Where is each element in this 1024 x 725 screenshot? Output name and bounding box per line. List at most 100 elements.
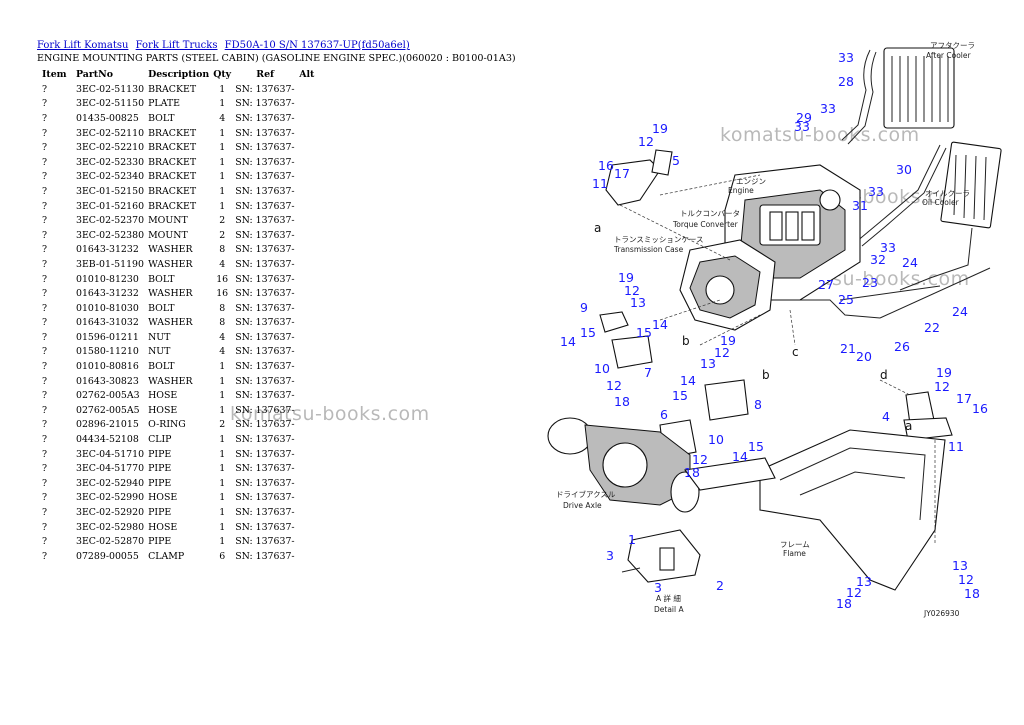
cell-partno: 01596-01211 [76, 331, 139, 343]
cell-alt [299, 170, 318, 185]
callout-label: 31 [852, 198, 868, 213]
cell-alt [299, 301, 318, 316]
cell-item: ? [42, 317, 48, 329]
label-transmission-case: Transmission Case [613, 245, 684, 254]
cell-ref: SN: 137637- [235, 346, 295, 358]
cell-description: CLIP [148, 434, 172, 446]
cell-partno: 3EC-04-51710 [76, 448, 145, 460]
breadcrumb-link-brand[interactable]: Fork Lift Komatsu [37, 40, 128, 51]
cell-ref: SN: 137637- [235, 375, 295, 387]
table-row: ? 3EC-02-52210 BRACKET 1 SN: 137637- [36, 140, 318, 155]
callout-label: 23 [862, 275, 878, 290]
parts-diagram: アフタクーラ After Cooler エンジン Engine オイルクーラ O… [547, 41, 1002, 618]
label-torque-converter-jp: トルクコンバータ [680, 209, 740, 218]
callout-label: 12 [714, 345, 730, 360]
cell-ref: SN: 137637- [235, 331, 295, 343]
cell-qty: 1 [219, 448, 226, 460]
cell-qty: 2 [219, 215, 226, 227]
callout-label: 16 [598, 158, 614, 173]
cell-ref: SN: 137637- [235, 142, 295, 154]
callout-label: 33 [868, 184, 884, 199]
cell-alt [299, 432, 318, 447]
cell-item: ? [42, 288, 48, 300]
column-header-item: Item [42, 69, 67, 80]
cell-description: BOLT [148, 112, 175, 124]
table-row: ? 3EC-04-51770 PIPE 1 SN: 137637- [36, 461, 318, 476]
callout-label: b [682, 334, 690, 348]
column-header-qty: Qty [213, 69, 232, 80]
cell-ref: SN: 137637- [235, 229, 295, 241]
callout-label: 10 [594, 361, 610, 376]
callout-label: 30 [896, 162, 912, 177]
callout-label: 12 [606, 378, 622, 393]
cell-description: HOSE [148, 492, 178, 504]
cell-alt [299, 213, 318, 228]
callout-label: 3 [606, 548, 614, 563]
cell-ref: SN: 137637- [235, 112, 295, 124]
callout-label: 33 [794, 119, 810, 134]
cell-alt [299, 111, 318, 126]
cell-qty: 1 [219, 171, 226, 183]
cell-alt [299, 374, 318, 389]
cell-qty: 8 [219, 244, 226, 256]
cell-ref: SN: 137637- [235, 185, 295, 197]
table-row: ? 01643-31032 WASHER 8 SN: 137637- [36, 316, 318, 331]
table-row: ? 3EC-02-52110 BRACKET 1 SN: 137637- [36, 126, 318, 141]
bracket-8 [704, 379, 749, 421]
cell-qty: 1 [219, 521, 226, 533]
callout-label: 12 [958, 572, 974, 587]
cell-qty: 16 [216, 273, 229, 285]
cell-item: ? [42, 200, 48, 212]
table-row: ? 01580-11210 NUT 4 SN: 137637- [36, 345, 318, 360]
cell-alt [299, 97, 318, 112]
callout-label: 15 [580, 325, 596, 340]
breadcrumb-link-category[interactable]: Fork Lift Trucks [136, 40, 218, 51]
column-header-ref: Ref [256, 69, 275, 80]
cell-alt [299, 82, 318, 97]
callout-label: 6 [660, 407, 668, 422]
cell-qty: 1 [219, 463, 226, 475]
callout-label: 7 [644, 365, 652, 380]
cell-description: BRACKET [148, 142, 197, 154]
cell-qty: 4 [219, 112, 226, 124]
cell-description: WASHER [148, 244, 193, 256]
cell-partno: 01580-11210 [76, 346, 139, 358]
cell-item: ? [42, 477, 48, 489]
breadcrumb: Fork Lift Komatsu Fork Lift Trucks FD50A… [37, 40, 414, 51]
cell-item: ? [42, 273, 48, 285]
cell-qty: 1 [219, 361, 226, 373]
breadcrumb-link-model[interactable]: FD50A-10 S/N 137637-UP(fd50a6el) [225, 40, 410, 51]
cell-qty: 4 [219, 346, 226, 358]
cell-alt [299, 505, 318, 520]
cell-alt [299, 461, 318, 476]
label-after-cooler: After Cooler [926, 51, 972, 60]
table-row: ? 3EC-02-52940 PIPE 1 SN: 137637- [36, 476, 318, 491]
cell-item: ? [42, 536, 48, 548]
cell-alt [299, 243, 318, 258]
cell-qty: 4 [219, 258, 226, 270]
cell-item: ? [42, 331, 48, 343]
table-row: ? 3EC-02-52370 MOUNT 2 SN: 137637- [36, 213, 318, 228]
cell-alt [299, 359, 318, 374]
table-row: ? 3EC-02-52330 BRACKET 1 SN: 137637- [36, 155, 318, 170]
cell-qty: 1 [219, 492, 226, 504]
cell-partno: 01010-80816 [76, 361, 139, 373]
cell-ref: SN: 137637- [235, 215, 295, 227]
table-row: ? 3EC-01-52160 BRACKET 1 SN: 137637- [36, 199, 318, 214]
table-row: ? 3EB-01-51190 WASHER 4 SN: 137637- [36, 257, 318, 272]
cell-ref: SN: 137637- [235, 200, 295, 212]
cell-item: ? [42, 346, 48, 358]
cell-qty: 1 [219, 477, 226, 489]
cell-partno: 01643-31232 [76, 244, 139, 256]
cell-alt [299, 447, 318, 462]
cell-item: ? [42, 361, 48, 373]
label-drive-axle-jp: ドライブアクスル [556, 489, 616, 499]
callout-label: 18 [964, 586, 980, 601]
cell-partno: 02896-21015 [76, 419, 139, 431]
cell-item: ? [42, 463, 48, 475]
cell-item: ? [42, 507, 48, 519]
cell-description: HOSE [148, 521, 178, 533]
cell-partno: 01643-31232 [76, 288, 139, 300]
cell-ref: SN: 137637- [235, 536, 295, 548]
callout-label: 17 [614, 166, 630, 181]
